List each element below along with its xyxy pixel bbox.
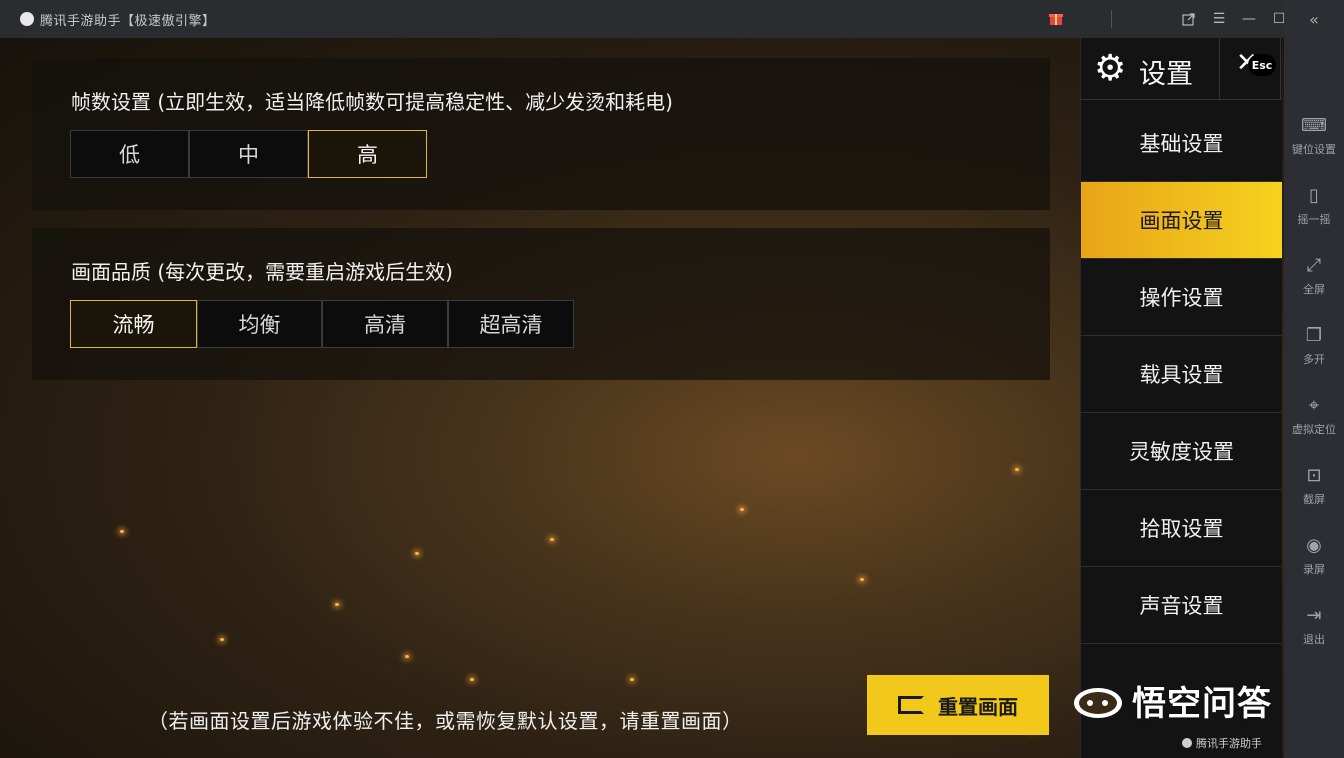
frame-rate-low-option[interactable]: 低 [70,130,189,178]
toolbar-multi-instance-label: 多开 [1303,353,1325,366]
app-logo-icon [20,12,34,26]
multi-window-icon: ❐ [1305,324,1323,346]
frame-rate-heading: 帧数设置 (立即生效，适当降低帧数可提高稳定性、减少发烫和耗电) [71,90,673,114]
toolbar-virtual-location-label: 虚拟定位 [1292,423,1336,436]
ember-particle [335,603,339,606]
toolbar-virtual-location[interactable]: ⌖ 虚拟定位 [1284,394,1344,454]
close-settings-button[interactable]: ✕ Esc [1219,38,1281,99]
emulator-toolbar: « ⌨ 键位设置 ▯ 摇一摇 ⤢ 全屏 ❐ 多开 ⌖ 虚拟定位 ⊡ 截屏 ◉ 录… [1284,0,1344,758]
reset-graphics-button[interactable]: 重置画面 [867,675,1049,735]
ember-particle [405,655,409,658]
watermark: 悟空问答 [1072,676,1272,725]
ember-particle [630,678,634,681]
menu-icon[interactable]: ☰ [1204,0,1234,38]
frame-rate-high-option[interactable]: 高 [308,130,427,178]
menu-item-vehicle[interactable]: 载具设置 [1081,336,1282,413]
ember-particle [550,538,554,541]
menu-item-graphics[interactable]: 画面设置 [1081,182,1282,259]
quality-hd-option[interactable]: 高清 [322,300,448,348]
reset-hint-text: （若画面设置后游戏体验不佳，或需恢复默认设置，请重置画面） [148,709,743,733]
window-title: 腾讯手游助手【极速傲引擎】 [40,13,216,29]
fullscreen-icon: ⤢ [1306,254,1322,276]
watermark-logo-icon [1074,687,1122,718]
toolbar-multi-instance[interactable]: ❐ 多开 [1284,324,1344,384]
toolbar-screenshot[interactable]: ⊡ 截屏 [1284,464,1344,524]
location-target-icon: ⌖ [1308,394,1320,416]
reset-icon [898,696,924,714]
quality-ultra-hd-option[interactable]: 超高清 [448,300,574,348]
settings-header: ⚙ 设置 ✕ Esc [1081,38,1282,100]
quality-panel: 画面品质 (每次更改，需要重启游戏后生效) 流畅 均衡 高清 超高清 [32,228,1050,380]
ember-particle [1015,468,1019,471]
reset-graphics-label: 重置画面 [938,694,1018,719]
toolbar-keymap-label: 键位设置 [1292,143,1336,156]
window-titlebar: 腾讯手游助手【极速傲引擎】 [0,0,1284,38]
watermark-sub: 腾讯手游助手 [1182,735,1262,751]
toolbar-screenshot-label: 截屏 [1303,493,1325,506]
watermark-sub-icon [1182,738,1192,748]
toolbar-shake[interactable]: ▯ 摇一摇 [1284,184,1344,244]
ember-particle [220,638,224,641]
popout-icon[interactable] [1174,0,1204,38]
frame-rate-selector: 低 中 高 [70,130,427,178]
frame-rate-medium-option[interactable]: 中 [189,130,308,178]
toolbar-record-label: 录屏 [1303,563,1325,576]
quality-balanced-option[interactable]: 均衡 [197,300,322,348]
esc-badge: Esc [1248,54,1276,76]
watermark-sub-label: 腾讯手游助手 [1196,737,1262,750]
minimize-icon[interactable]: — [1234,0,1264,38]
toolbar-shake-label: 摇一摇 [1297,213,1331,226]
toolbar-fullscreen-label: 全屏 [1303,283,1325,296]
ember-particle [740,508,744,511]
menu-item-controls[interactable]: 操作设置 [1081,259,1282,336]
gear-icon: ⚙ [1094,48,1127,89]
ember-particle [860,578,864,581]
toolbar-exit[interactable]: ⇥ 退出 [1284,604,1344,664]
settings-sidebar: ⚙ 设置 ✕ Esc 基础设置 画面设置 操作设置 载具设置 灵敏度设置 拾取设… [1080,38,1282,758]
menu-item-sound[interactable]: 声音设置 [1081,567,1282,644]
menu-item-pickup[interactable]: 拾取设置 [1081,490,1282,567]
menu-item-basic[interactable]: 基础设置 [1081,105,1282,182]
ember-particle [470,678,474,681]
toolbar-keymap[interactable]: ⌨ 键位设置 [1284,114,1344,174]
watermark-brand: 悟空问答 [1132,684,1272,724]
record-icon: ◉ [1306,534,1322,556]
gift-icon[interactable] [1048,10,1064,26]
quality-heading: 画面品质 (每次更改，需要重启游戏后生效) [71,260,453,284]
toolbar-fullscreen[interactable]: ⤢ 全屏 [1284,254,1344,314]
ember-particle [120,530,124,533]
quality-smooth-option[interactable]: 流畅 [70,300,197,348]
keyboard-icon: ⌨ [1301,114,1327,136]
screenshot-icon: ⊡ [1306,464,1322,486]
quality-selector: 流畅 均衡 高清 超高清 [70,300,574,348]
toolbar-record[interactable]: ◉ 录屏 [1284,534,1344,594]
phone-shake-icon: ▯ [1309,184,1319,206]
titlebar-divider [1111,10,1112,28]
ember-particle [415,552,419,555]
frame-rate-panel: 帧数设置 (立即生效，适当降低帧数可提高稳定性、减少发烫和耗电) 低 中 高 [32,58,1050,210]
menu-item-sensitivity[interactable]: 灵敏度设置 [1081,413,1282,490]
collapse-toolbar-icon[interactable]: « [1284,0,1344,38]
exit-icon: ⇥ [1306,604,1322,626]
settings-title: 设置 [1139,59,1193,90]
toolbar-exit-label: 退出 [1303,633,1325,646]
